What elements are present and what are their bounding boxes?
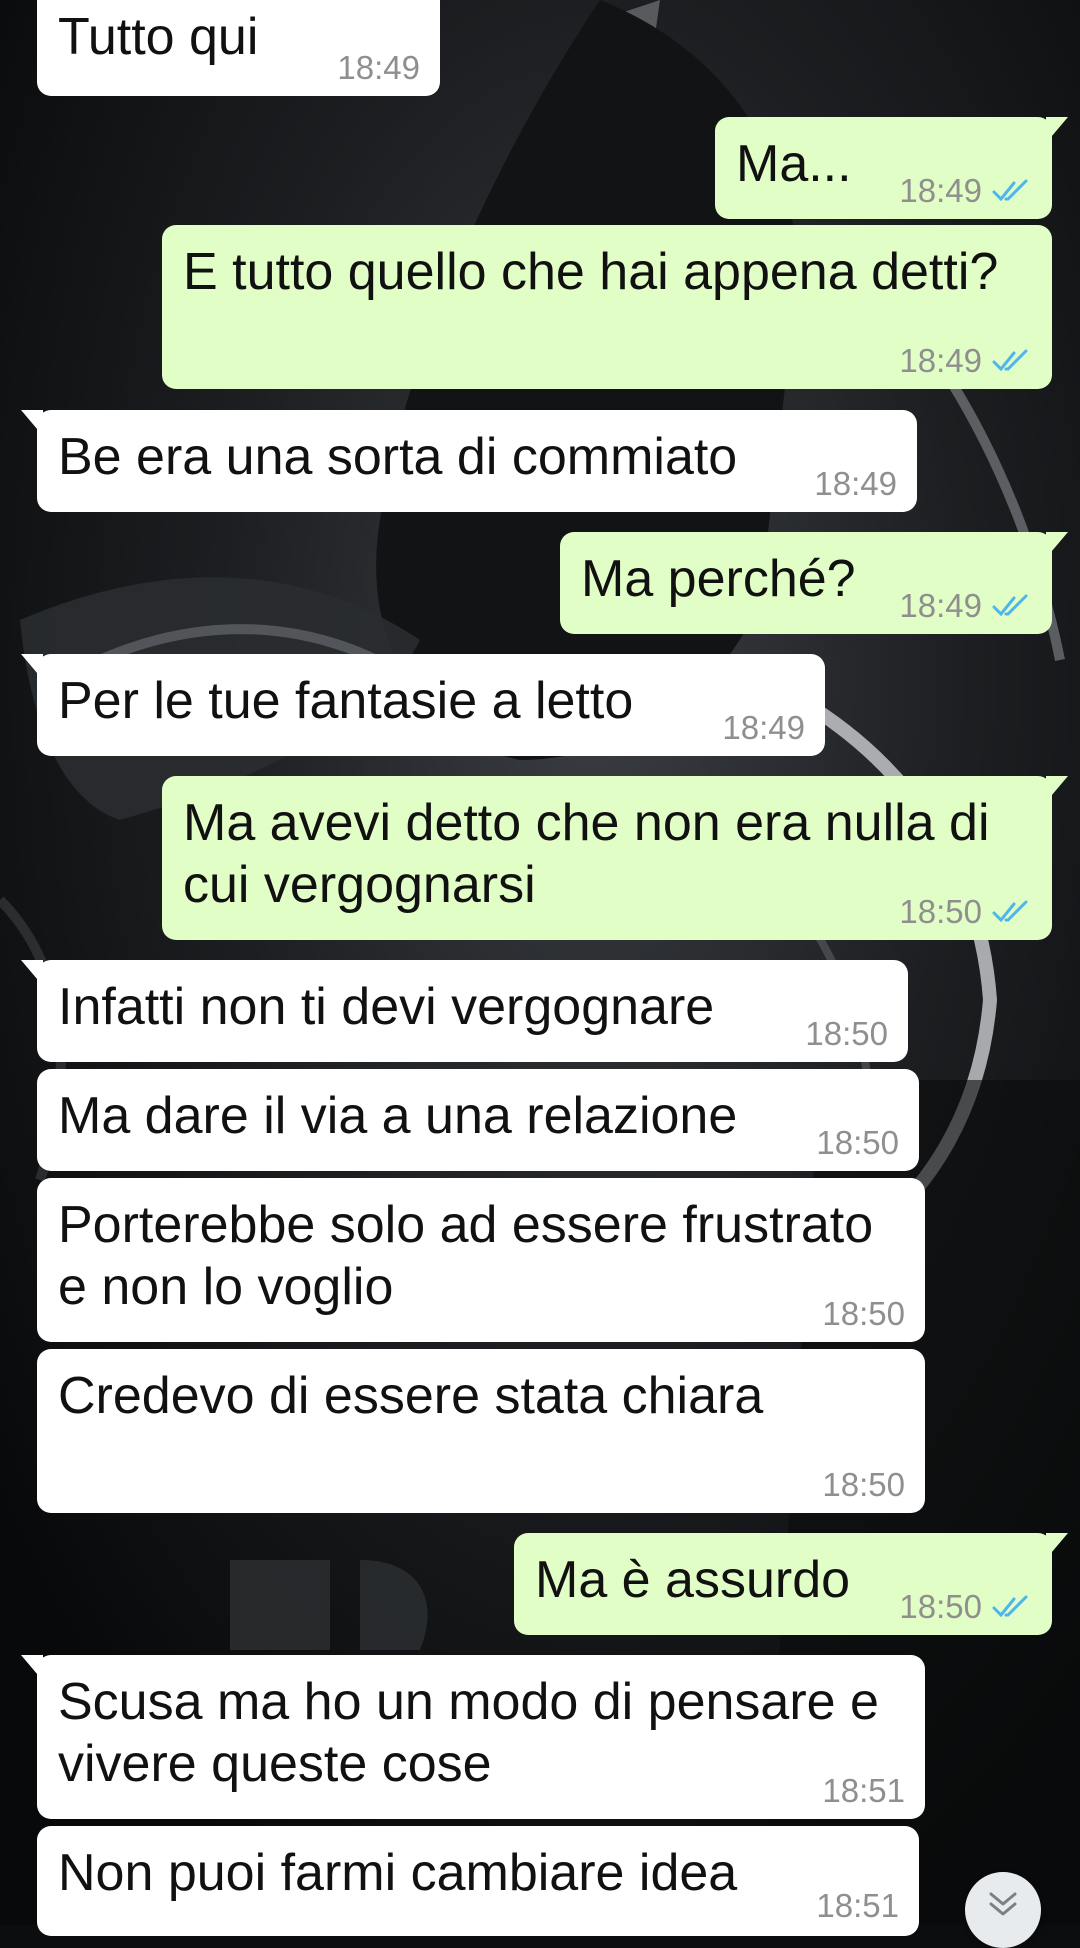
message-text: Non puoi farmi cambiare idea	[58, 1844, 738, 1902]
message-time: 18:49	[722, 709, 805, 746]
message-time: 18:49	[814, 465, 897, 502]
message-time: 18:49	[899, 342, 982, 379]
message-time: 18:50	[899, 893, 982, 930]
message-text: Infatti non ti devi vergognare	[58, 978, 715, 1036]
message-text-line: e non lo voglio	[58, 1258, 394, 1316]
message-time: 18:51	[816, 1887, 899, 1924]
message-text: Per le tue fantasie a letto	[58, 672, 634, 730]
message-bubble-incoming[interactable]: Be era una sorta di commiato 18:49	[21, 410, 917, 512]
bubble-tail	[21, 960, 43, 986]
bubble-tail	[1046, 117, 1068, 143]
message-bubble-incoming[interactable]: Ma dare il via a una relazione 18:50	[37, 1069, 919, 1171]
message-bubble-outgoing[interactable]: Ma è assurdo 18:50	[514, 1533, 1068, 1635]
message-text: Credevo di essere stata chiara	[58, 1367, 764, 1425]
message-time: 18:50	[805, 1015, 888, 1052]
message-bubble-outgoing[interactable]: Ma avevi detto che non era nulla di cui …	[162, 776, 1068, 940]
message-text: Be era una sorta di commiato	[58, 428, 738, 486]
double-check-icon	[992, 594, 1028, 616]
chevron-double-down-icon	[989, 1892, 1017, 1916]
bubble-tail	[1046, 776, 1068, 802]
message-bubble-incoming[interactable]: Porterebbe solo ad essere frustrato e no…	[37, 1178, 925, 1342]
bubble-tail	[21, 654, 43, 680]
message-text: Ma dare il via a una relazione	[58, 1087, 738, 1145]
message-bubble-incoming[interactable]: Non puoi farmi cambiare idea 18:51	[37, 1826, 919, 1936]
message-bubble-incoming[interactable]: Infatti non ti devi vergognare 18:50	[21, 960, 908, 1062]
message-time: 18:50	[822, 1466, 905, 1503]
scroll-to-bottom-button[interactable]	[965, 1872, 1041, 1948]
message-bubble-incoming[interactable]: Scusa ma ho un modo di pensare e vivere …	[21, 1655, 925, 1819]
message-text-line: Porterebbe solo ad essere frustrato	[58, 1196, 874, 1254]
message-time: 18:50	[899, 1588, 982, 1625]
bubble-tail	[21, 410, 43, 436]
message-bubble-outgoing[interactable]: Ma... 18:49	[715, 117, 1068, 219]
double-check-icon	[992, 900, 1028, 922]
message-text-line: Ma avevi detto che non era nulla di	[183, 794, 990, 852]
message-bubble-incoming[interactable]: Tutto qui 18:49	[37, 0, 440, 96]
double-check-icon	[992, 179, 1028, 201]
message-time: 18:49	[899, 172, 982, 209]
message-text: E tutto quello che hai appena detti?	[183, 243, 999, 301]
message-time: 18:49	[899, 587, 982, 624]
message-text-line: vivere queste cose	[58, 1735, 492, 1793]
bubble-tail	[1046, 1533, 1068, 1559]
message-time: 18:51	[822, 1772, 905, 1809]
message-bubble-outgoing[interactable]: E tutto quello che hai appena detti? 18:…	[162, 225, 1052, 389]
message-time: 18:50	[822, 1295, 905, 1332]
double-check-icon	[992, 349, 1028, 371]
message-text-line: Scusa ma ho un modo di pensare e	[58, 1673, 879, 1731]
bubble-tail	[21, 1655, 43, 1681]
bubble-tail	[1046, 532, 1068, 558]
message-bubble-incoming[interactable]: Per le tue fantasie a letto 18:49	[21, 654, 825, 756]
message-time: 18:50	[816, 1124, 899, 1161]
message-bubble-outgoing[interactable]: Ma perché? 18:49	[560, 532, 1068, 634]
message-bubble-incoming[interactable]: Credevo di essere stata chiara 18:50	[37, 1349, 925, 1513]
double-check-icon	[992, 1595, 1028, 1617]
message-time: 18:49	[337, 49, 420, 86]
